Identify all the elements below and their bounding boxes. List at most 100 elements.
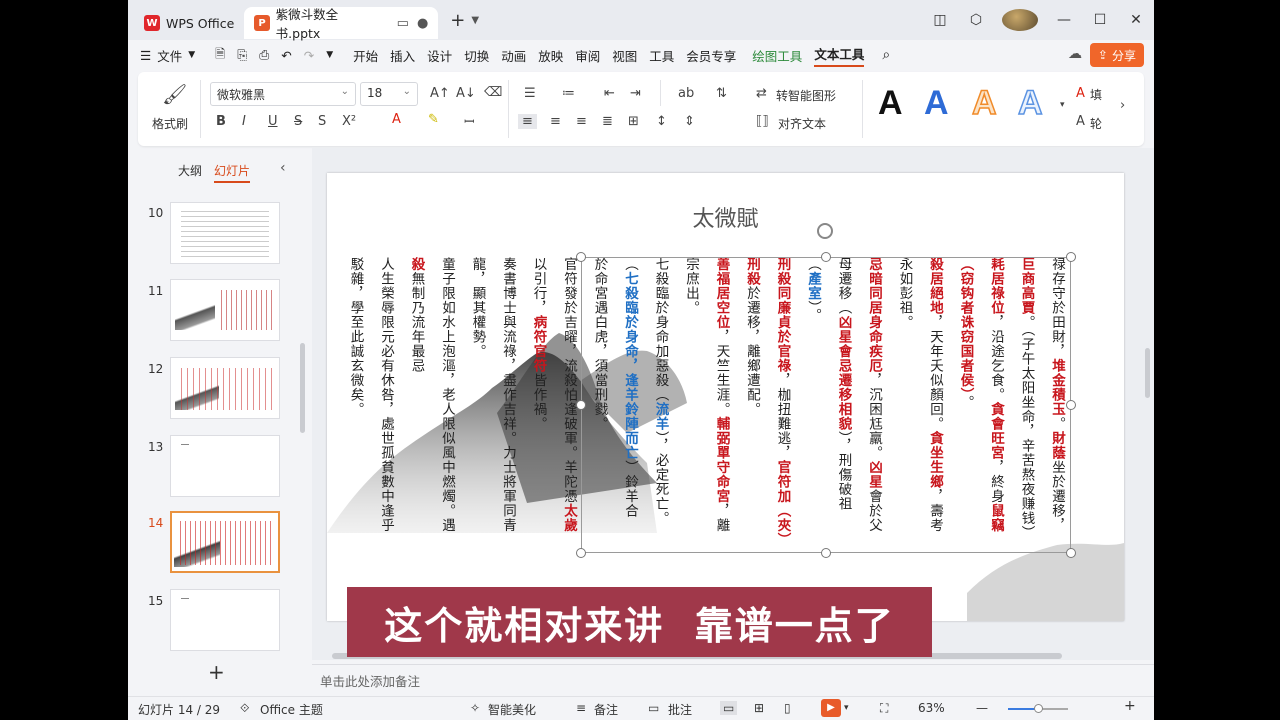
justify-icon[interactable]: ≣ [602, 114, 613, 129]
shadow-icon[interactable]: S [318, 114, 326, 129]
highlight-icon[interactable]: ✎ [428, 112, 439, 127]
clear-format-icon[interactable]: ⌫ [484, 85, 502, 100]
zoom-in-icon[interactable]: + [1124, 698, 1136, 714]
menu-member[interactable]: 会员专享 [686, 46, 736, 65]
distribute-icon[interactable]: ⊞ [628, 114, 639, 129]
zoom-out-icon[interactable]: — [976, 701, 988, 715]
canvas-vertical-scrollbar[interactable] [1145, 348, 1150, 398]
reading-view-icon[interactable]: ▯ [784, 701, 791, 715]
menu-tools[interactable]: 工具 [649, 46, 674, 65]
more-chevron-icon[interactable]: ▼ [326, 50, 333, 60]
slide-thumbnail-10[interactable] [170, 202, 280, 264]
normal-view-icon[interactable]: ▭ [720, 701, 738, 715]
collapse-panel-icon[interactable]: ‹ [280, 160, 286, 176]
resize-handle[interactable] [821, 548, 831, 558]
rotate-handle-icon[interactable] [817, 223, 833, 239]
add-slide-button[interactable]: + [208, 660, 225, 684]
resize-handle[interactable] [1066, 400, 1076, 410]
minimize-icon[interactable]: — [1046, 12, 1082, 28]
undo-icon[interactable]: ↶ [281, 48, 291, 63]
theme-label[interactable]: Office 主题 [260, 701, 323, 718]
numbering-icon[interactable]: ≔ [562, 86, 575, 101]
font-size-select[interactable]: 18 ⌄ [360, 82, 418, 106]
chevron-down-icon[interactable]: ▼ [471, 15, 479, 26]
line-spacing-icon[interactable]: ↕ [656, 114, 667, 129]
menu-home[interactable]: 开始 [353, 46, 378, 65]
notes-button[interactable]: 备注 [594, 701, 618, 718]
panel-scrollbar[interactable] [300, 343, 305, 433]
slide-thumbnail-12[interactable] [170, 357, 280, 419]
align-right-icon[interactable]: ≡ [576, 114, 587, 129]
text-fill-button[interactable]: 填 [1090, 86, 1102, 103]
slide-thumbnail-13[interactable] [170, 435, 280, 497]
indent-icon[interactable]: ⇥ [630, 86, 641, 101]
fit-window-icon[interactable]: ⛶ [880, 701, 888, 716]
format-painter-button[interactable]: 格式刷 [152, 115, 188, 132]
print-preview-icon[interactable]: ⎙ [259, 47, 269, 63]
smart-shape-icon[interactable]: ⇄ [756, 86, 767, 101]
slide-canvas[interactable]: 太微賦 禄存守於田財，堆金積玉。財蔭坐於遷移， 巨商高賈。（子午太阳坐命，辛苦熬夜… [312, 148, 1154, 660]
avatar[interactable] [1002, 9, 1038, 31]
para-spacing-icon[interactable]: ⇕ [684, 114, 695, 129]
menu-file[interactable]: 文件 [157, 46, 182, 65]
chevron-down-icon[interactable]: ▼ [188, 50, 195, 60]
text-style-blue[interactable]: A [924, 84, 949, 123]
box-icon[interactable]: ⬡ [958, 12, 994, 28]
window-icon[interactable]: ▭ [397, 16, 409, 31]
tab-outline[interactable]: 大纲 [178, 162, 202, 179]
resize-handle[interactable] [576, 548, 586, 558]
strikethrough-icon[interactable]: S [294, 114, 302, 129]
ribbon-scroll-right-icon[interactable]: › [1120, 98, 1125, 113]
char-spacing-icon[interactable]: ꟷ [464, 112, 475, 130]
play-slideshow-icon[interactable]: ▶ [821, 699, 841, 717]
tab-document[interactable]: P 紫微斗数全书.pptx ▭ ● [244, 7, 439, 41]
resize-handle[interactable] [576, 252, 586, 262]
text-outline-button[interactable]: 轮 [1090, 115, 1102, 132]
sort-icon[interactable]: ⇅ [716, 86, 727, 101]
resize-handle[interactable] [821, 252, 831, 262]
bullets-icon[interactable]: ☰ [524, 86, 536, 101]
decrease-font-icon[interactable]: A↓ [456, 86, 476, 101]
cloud-icon[interactable]: ☁ [1068, 46, 1082, 62]
text-style-orange-outline[interactable]: A [971, 83, 997, 123]
resize-handle[interactable] [1066, 548, 1076, 558]
text-style-black[interactable]: A [878, 84, 903, 123]
close-icon[interactable]: ✕ [1118, 12, 1154, 28]
slide-thumbnail-11[interactable] [170, 279, 280, 341]
align-text-button[interactable]: 对齐文本 [778, 115, 826, 132]
zoom-slider-knob[interactable] [1034, 704, 1044, 713]
styles-more-icon[interactable]: ▾ [1060, 100, 1065, 110]
export-icon[interactable]: ⎘ [237, 47, 247, 63]
tab-wps-office[interactable]: W WPS Office [134, 7, 244, 39]
menu-review[interactable]: 审阅 [575, 46, 600, 65]
slide-thumbnail-14[interactable] [170, 511, 280, 573]
slide-14[interactable]: 太微賦 禄存守於田財，堆金積玉。財蔭坐於遷移， 巨商高賈。（子午太阳坐命，辛苦熬夜… [327, 173, 1124, 621]
redo-icon[interactable]: ↷ [304, 48, 314, 63]
menu-text-tools[interactable]: 文本工具 [814, 44, 865, 67]
tab-slides[interactable]: 幻灯片 [214, 162, 251, 183]
increase-font-icon[interactable]: A↑ [430, 86, 450, 101]
menu-transition[interactable]: 切换 [464, 46, 489, 65]
italic-icon[interactable]: I [242, 114, 246, 129]
superscript-icon[interactable]: X² [342, 114, 356, 129]
layout-icon[interactable]: ◫ [922, 12, 958, 28]
slide-thumbnail-15[interactable] [170, 589, 280, 651]
menu-drawing-tools[interactable]: 绘图工具 [752, 46, 802, 65]
menu-slideshow[interactable]: 放映 [538, 46, 563, 65]
outdent-icon[interactable]: ⇤ [604, 86, 615, 101]
zoom-slider[interactable] [1008, 704, 1068, 713]
resize-handle[interactable] [1066, 252, 1076, 262]
share-button[interactable]: ⇪ 分享 [1089, 43, 1144, 67]
save-icon[interactable]: 🗎 [215, 45, 225, 66]
slide-title[interactable]: 太微賦 [327, 201, 1124, 233]
menu-view[interactable]: 视图 [612, 46, 637, 65]
resize-handle[interactable] [576, 400, 586, 410]
align-center-icon[interactable]: ≡ [550, 114, 561, 129]
new-tab-button[interactable]: + [450, 10, 465, 31]
smart-shape-button[interactable]: 转智能图形 [776, 87, 836, 104]
menu-insert[interactable]: 插入 [390, 46, 415, 65]
play-options-icon[interactable]: ▾ [844, 703, 849, 713]
align-text-icon[interactable]: ⟦⟧ [756, 114, 769, 129]
bold-icon[interactable]: B [216, 114, 226, 129]
smart-beautify-button[interactable]: 智能美化 [488, 701, 536, 718]
